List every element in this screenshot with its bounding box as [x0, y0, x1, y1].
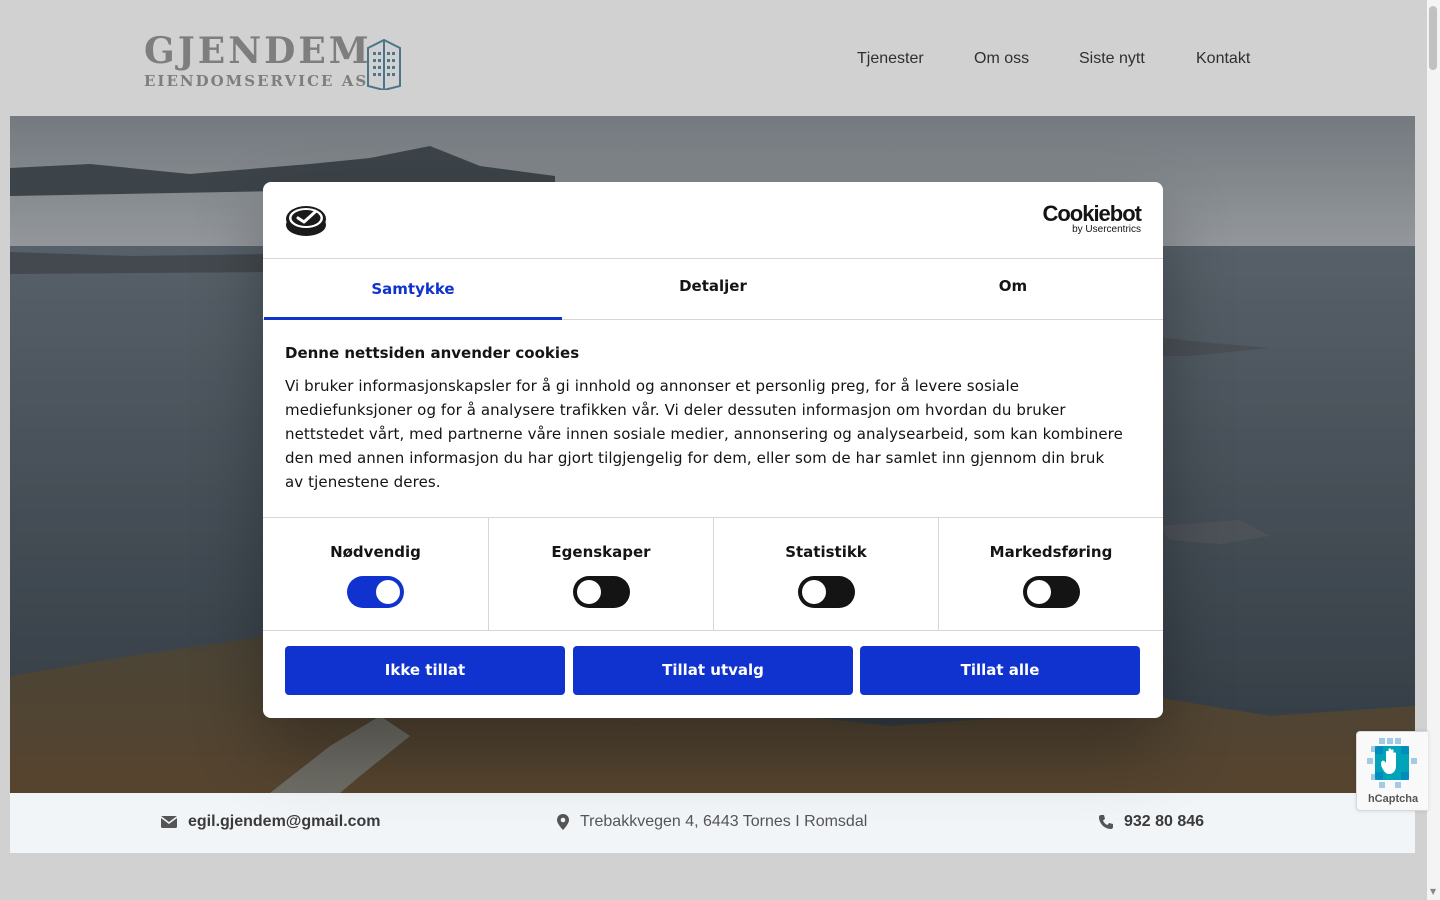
toggle-knob — [1027, 580, 1051, 604]
tab-samtykke[interactable]: Samtykke — [263, 259, 563, 320]
category-label: Egenskaper — [551, 543, 651, 561]
dialog-description: Vi bruker informasjonskapsler for å gi i… — [285, 377, 1123, 491]
contact-address-text: Trebakkvegen 4, 6443 Tornes I Romsdal — [580, 813, 868, 830]
toggle-knob — [376, 580, 400, 604]
category-statistikk: Statistikk — [713, 518, 938, 630]
dialog-header: Cookiebot by Usercentrics — [263, 182, 1163, 259]
brand-byline: by Usercentrics — [1072, 224, 1141, 235]
category-label: Markedsføring — [989, 543, 1113, 561]
deny-button[interactable]: Ikke tillat — [285, 646, 565, 695]
contact-email[interactable]: egil.gjendem@gmail.com — [160, 813, 381, 831]
dialog-body: Denne nettsiden anvender cookies Vi bruk… — [285, 342, 1125, 494]
cookie-consent-dialog: Cookiebot by Usercentrics Samtykke Detal… — [263, 182, 1163, 718]
cookiebot-brand[interactable]: Cookiebot by Usercentrics — [1031, 201, 1142, 238]
scroll-down-arrow-icon[interactable]: ▼ — [1430, 887, 1436, 896]
toggle-nodvendig[interactable] — [347, 576, 404, 608]
category-label: Nødvendig — [330, 543, 421, 561]
contact-bar: egil.gjendem@gmail.com Trebakkvegen 4, 6… — [10, 793, 1415, 853]
category-nodvendig: Nødvendig — [263, 518, 488, 630]
category-markedsforing: Markedsføring — [938, 518, 1163, 630]
category-label: Statistikk — [785, 543, 867, 561]
hcaptcha-label: hCaptcha — [1367, 793, 1419, 805]
map-pin-icon — [557, 814, 569, 830]
cookie-logo-icon — [286, 206, 326, 236]
tab-om[interactable]: Om — [863, 259, 1163, 319]
toggle-egenskaper[interactable] — [573, 576, 630, 608]
category-egenskaper: Egenskaper — [488, 518, 713, 630]
allow-all-button[interactable]: Tillat alle — [860, 646, 1140, 695]
toggle-markedsforing[interactable] — [1023, 576, 1080, 608]
page-scrollbar[interactable]: ▼ — [1427, 0, 1440, 900]
hcaptcha-badge[interactable]: hCaptcha — [1356, 731, 1428, 811]
contact-phone[interactable]: 932 80 846 — [1098, 813, 1204, 831]
toggle-statistikk[interactable] — [798, 576, 855, 608]
consent-categories: Nødvendig Egenskaper Statistikk Markedsf… — [263, 517, 1163, 631]
allow-selection-button[interactable]: Tillat utvalg — [573, 646, 853, 695]
contact-email-text: egil.gjendem@gmail.com — [188, 813, 381, 830]
contact-address: Trebakkvegen 4, 6443 Tornes I Romsdal — [556, 813, 867, 831]
dialog-title: Denne nettsiden anvender cookies — [285, 344, 580, 362]
envelope-icon — [160, 816, 178, 828]
dialog-tabs: Samtykke Detaljer Om — [263, 259, 1163, 320]
brand-name: Cookiebot — [1042, 201, 1142, 226]
scrollbar-thumb[interactable] — [1429, 6, 1437, 70]
hcaptcha-hand-icon — [1367, 738, 1417, 788]
toggle-knob — [577, 580, 601, 604]
phone-icon — [1099, 815, 1113, 829]
toggle-knob — [802, 580, 826, 604]
contact-phone-text: 932 80 846 — [1124, 813, 1205, 830]
tab-detaljer[interactable]: Detaljer — [563, 259, 863, 319]
